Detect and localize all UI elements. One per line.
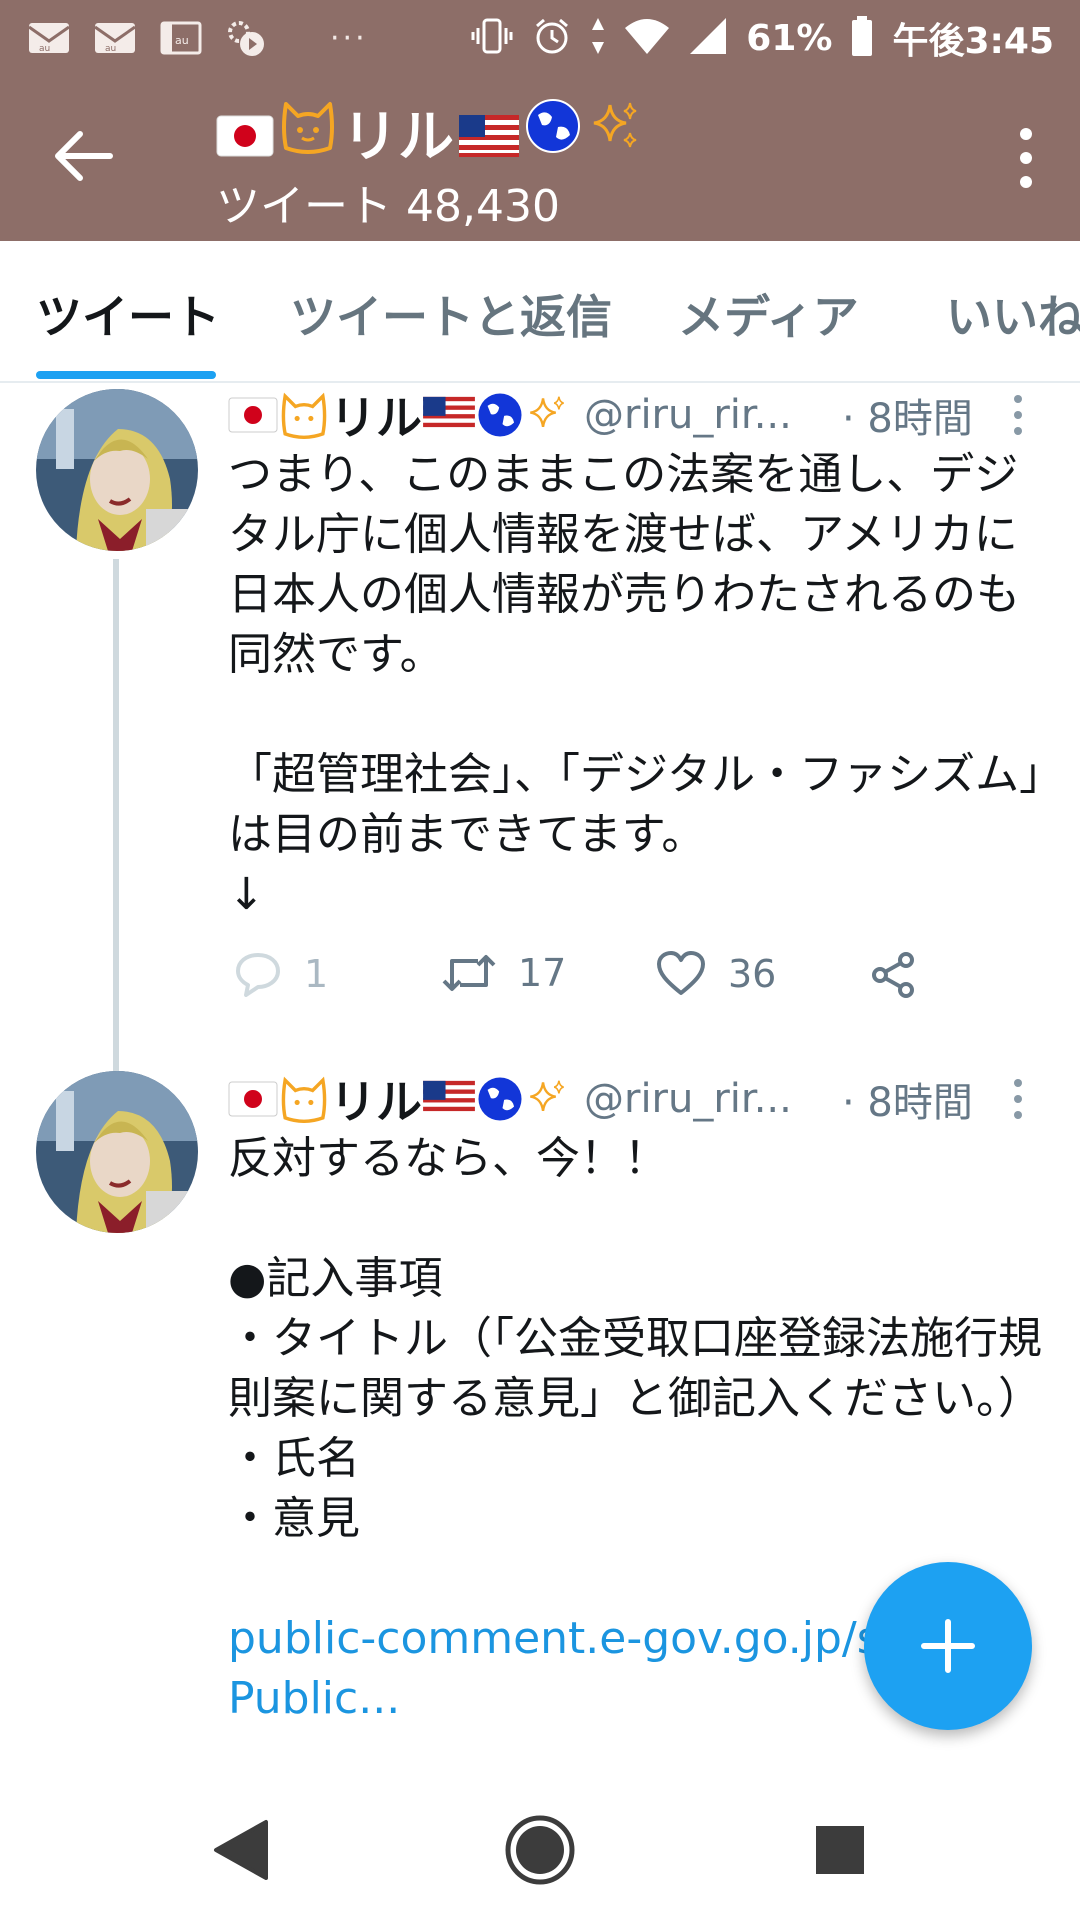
- tweet-paragraph: [228, 685, 1048, 745]
- more-options-icon[interactable]: [1014, 122, 1038, 194]
- tweet-paragraph: ↓: [228, 869, 265, 920]
- globe-icon: [478, 393, 522, 437]
- wifi-icon: [624, 16, 670, 60]
- battery-icon: [850, 15, 874, 61]
- tab-media[interactable]: メディア: [678, 281, 859, 347]
- globe-icon: [524, 97, 582, 169]
- compose-tweet-button[interactable]: [864, 1562, 1032, 1730]
- cat-face-icon: [281, 1076, 327, 1123]
- sparkles-icon: [530, 396, 564, 428]
- tweet-actions: 1 17 36: [228, 951, 948, 1011]
- reply-icon: [236, 953, 280, 997]
- author-name[interactable]: リル: [330, 383, 422, 448]
- tweet-time[interactable]: · 8時間: [842, 1070, 973, 1128]
- data-arrows-icon: [590, 16, 606, 60]
- tweet-header: リル @riru_rir... · 8時間: [228, 386, 1028, 445]
- reply-button[interactable]: 1: [234, 951, 328, 997]
- status-bar: au au au ··· 61% 午後3:45: [0, 0, 1080, 76]
- active-tab-indicator: [36, 371, 216, 379]
- author-handle[interactable]: @riru_rir...: [584, 392, 792, 438]
- japan-flag-icon: [228, 1081, 278, 1117]
- au-mail-icon: au: [92, 18, 138, 58]
- sparkles-icon: [530, 1080, 564, 1112]
- profile-tabs: ツイート ツイートと返信 メディア いいね: [0, 241, 1080, 383]
- plus-icon: [921, 1619, 975, 1673]
- author-name[interactable]: リル: [330, 1066, 422, 1132]
- profile-name: リル: [216, 92, 644, 173]
- sparkles-icon: [586, 97, 644, 169]
- tweet-count: ツイート 48,430: [216, 181, 560, 232]
- tab-likes[interactable]: いいね: [946, 281, 1080, 347]
- back-arrow-icon[interactable]: [46, 126, 126, 186]
- tweet-menu-icon[interactable]: [1008, 393, 1028, 437]
- author-handle[interactable]: @riru_rir...: [584, 1076, 792, 1122]
- heart-icon: [657, 951, 705, 995]
- avatar[interactable]: [36, 1071, 198, 1233]
- globe-icon: [478, 1077, 522, 1121]
- profile-name-text: リル: [342, 105, 454, 170]
- system-navigation-bar: [0, 1770, 1080, 1920]
- au-mail-icon: au: [26, 18, 72, 58]
- home-circle-icon[interactable]: [500, 1810, 580, 1890]
- like-count: 36: [728, 952, 777, 996]
- au-app-icon: au: [158, 18, 204, 58]
- signal-icon: [688, 16, 728, 60]
- like-button[interactable]: 36: [656, 951, 776, 997]
- svg-text:au: au: [175, 34, 189, 47]
- tweet-paragraph: ・氏名: [228, 1433, 360, 1484]
- japan-flag-icon: [216, 100, 274, 165]
- svg-text:au: au: [39, 44, 50, 54]
- tweet-header: リル @riru_rir... · 8時間: [228, 1070, 1028, 1129]
- recents-square-icon[interactable]: [800, 1810, 880, 1890]
- avatar[interactable]: [36, 389, 198, 551]
- tweet-paragraph: ・タイトル（「公金受取口座登録法施行規則案に関する意見」と御記入ください。）: [228, 1313, 1042, 1424]
- thread-connector: [113, 559, 119, 1071]
- us-flag-icon: [423, 396, 475, 434]
- cat-face-icon: [278, 98, 338, 168]
- profile-header: リル ツイート 48,430: [0, 76, 1080, 241]
- retweet-button[interactable]: 17: [442, 951, 566, 995]
- battery-percent: 61%: [746, 17, 833, 59]
- tweet-menu-icon[interactable]: [1008, 1077, 1028, 1121]
- tweet-paragraph: 「超管理社会」、「デジタル・ファシズム」は目の前まできてます。: [228, 749, 1042, 860]
- tweet-text: つまり、このままこの法案を通し、デジタル庁に個人情報を渡せば、アメリカに日本人の…: [228, 445, 1048, 925]
- back-triangle-icon[interactable]: [200, 1810, 280, 1890]
- tweet-paragraph: [228, 1189, 1048, 1249]
- tweet-paragraph: 反対するなら、今！！: [228, 1133, 668, 1184]
- tweet-time[interactable]: · 8時間: [842, 386, 973, 444]
- tweet-paragraph: ●記入事項: [228, 1253, 443, 1304]
- japan-flag-icon: [228, 397, 278, 433]
- retweet-icon: [442, 955, 496, 991]
- tab-tweets-and-replies[interactable]: ツイートと返信: [290, 281, 612, 347]
- share-icon: [872, 952, 914, 998]
- reply-count: 1: [304, 952, 329, 996]
- tweet[interactable]: リル @riru_rir... · 8時間 つまり、このままこの法案を通し、デジ…: [0, 383, 1080, 1071]
- svg-text:au: au: [105, 44, 116, 54]
- notification-overflow: ···: [330, 20, 368, 56]
- retweet-count: 17: [518, 951, 567, 995]
- timeline[interactable]: リル @riru_rir... · 8時間 つまり、このままこの法案を通し、デジ…: [0, 383, 1080, 1770]
- share-button[interactable]: [868, 951, 918, 999]
- cat-face-icon: [281, 392, 327, 439]
- us-flag-icon: [423, 1080, 475, 1118]
- vibrate-icon: [470, 16, 514, 60]
- us-flag-icon: [458, 100, 520, 165]
- clock: 午後3:45: [892, 21, 1054, 62]
- alarm-icon: [532, 16, 572, 60]
- tweet-paragraph: ・意見: [228, 1493, 360, 1544]
- tweet-paragraph: つまり、このままこの法案を通し、デジタル庁に個人情報を渡せば、アメリカに日本人の…: [228, 449, 1020, 680]
- settings-cloud-icon: [224, 18, 270, 58]
- tab-tweets[interactable]: ツイート: [36, 281, 220, 347]
